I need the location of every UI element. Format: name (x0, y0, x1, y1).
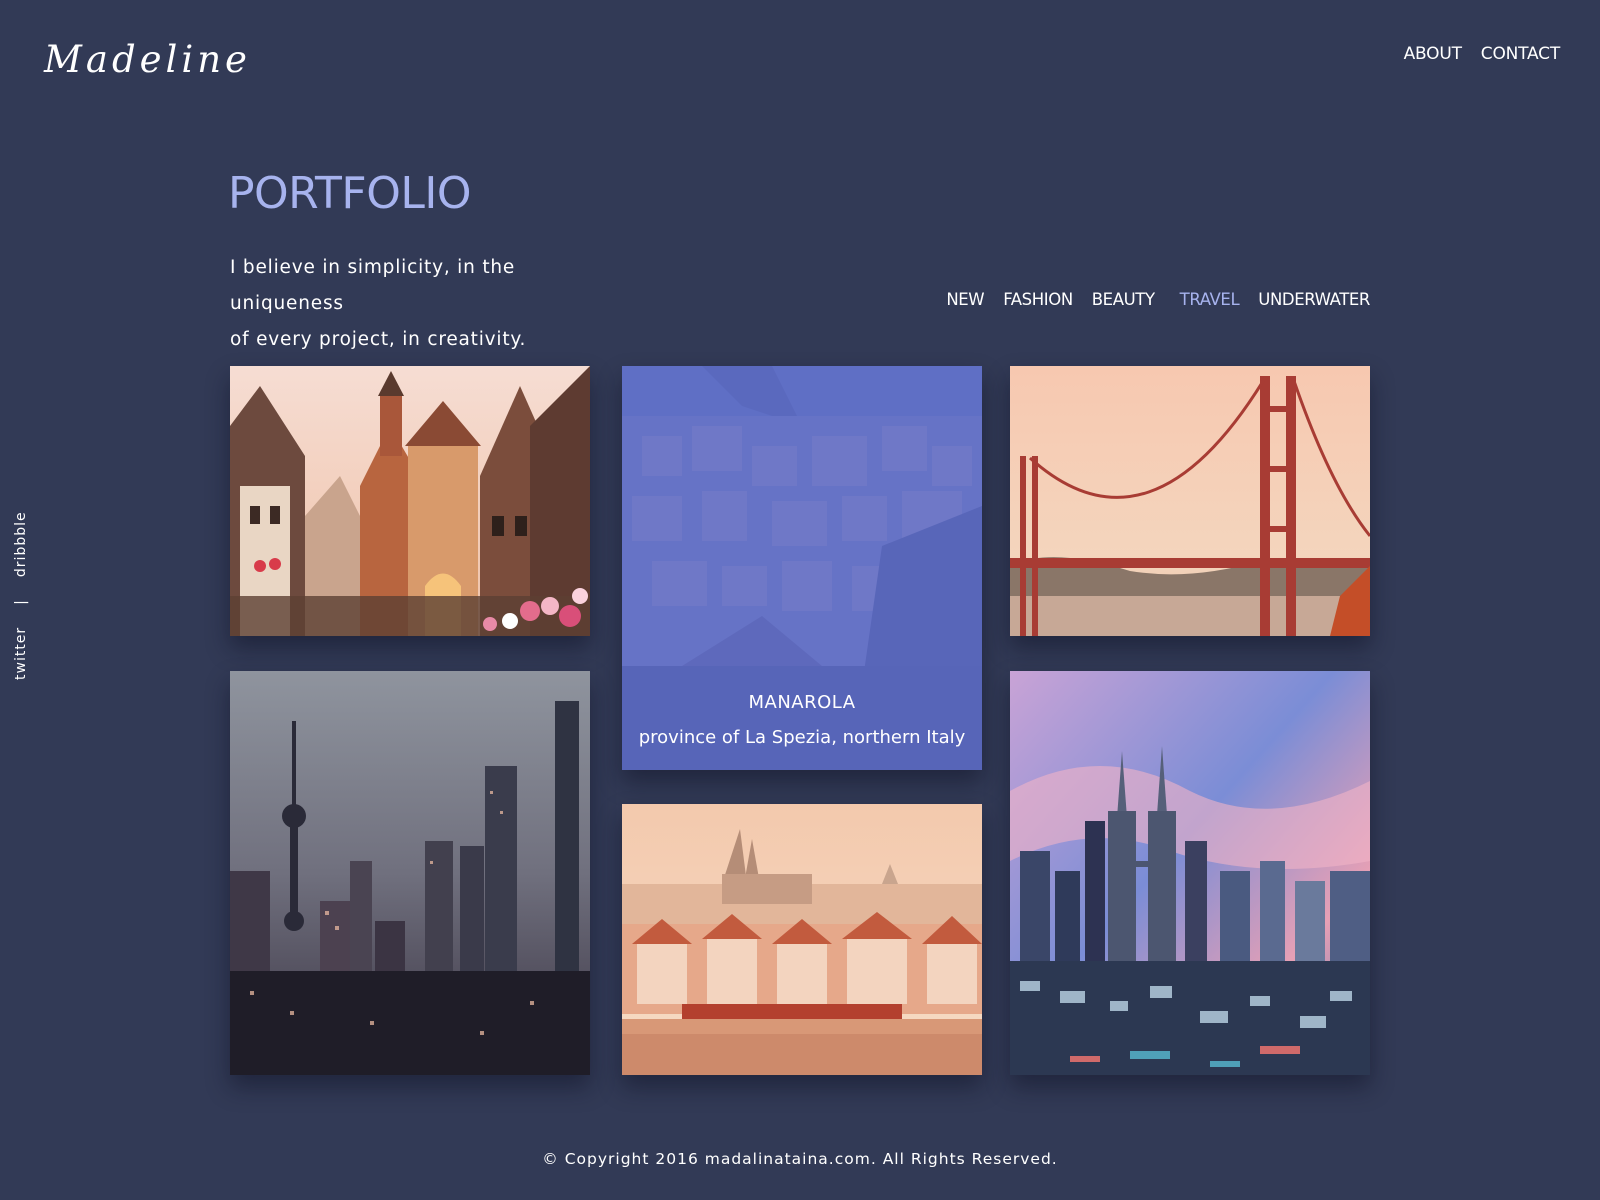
page-title: PORTFOLIO (228, 168, 471, 219)
intro-line-1: I believe in simplicity, in the uniquene… (230, 257, 516, 314)
social-separator: | (13, 599, 29, 605)
filter-beauty[interactable]: BEAUTY (1092, 290, 1155, 309)
filter-new[interactable]: NEW (946, 290, 984, 309)
filter-underwater[interactable]: UNDERWATER (1258, 290, 1370, 309)
filter-travel[interactable]: TRAVEL (1180, 290, 1240, 309)
gallery-item-kuala-lumpur[interactable] (1010, 671, 1370, 1075)
intro-text: I believe in simplicity, in the uniquene… (230, 250, 630, 358)
footer-copyright: © Copyright 2016 madalinataina.com. All … (542, 1150, 1058, 1168)
gallery-item-prague[interactable] (622, 804, 982, 1075)
prague-castle-photo (622, 804, 982, 1075)
nav-contact-link[interactable]: CONTACT (1481, 44, 1560, 64)
caption-subtitle: province of La Spezia, northern Italy (638, 727, 966, 748)
social-links: twitter | dribbble (13, 510, 33, 680)
gallery-item-old-town[interactable] (230, 366, 590, 636)
page: Madeline ABOUT CONTACT twitter | dribbbl… (0, 0, 1600, 1200)
intro-line-2: of every project, in creativity. (230, 329, 527, 350)
dribbble-link[interactable]: dribbble (13, 511, 29, 577)
golden-gate-bridge-photo (1010, 366, 1370, 636)
filter-fashion[interactable]: FASHION (1003, 290, 1073, 309)
kuala-lumpur-skyline-photo (1010, 671, 1370, 1075)
twitter-link[interactable]: twitter (13, 627, 29, 680)
site-logo[interactable]: Madeline (44, 38, 251, 81)
caption-title: MANAROLA (748, 692, 856, 713)
nav-about-link[interactable]: ABOUT (1404, 44, 1462, 64)
gallery-item-manarola[interactable]: MANAROLA province of La Spezia, northern… (622, 366, 982, 770)
image-caption-overlay: MANAROLA province of La Spezia, northern… (622, 366, 982, 770)
gallery-item-golden-gate[interactable] (1010, 366, 1370, 636)
category-filters: NEW FASHION BEAUTY TRAVEL UNDERWATER (946, 290, 1370, 309)
shanghai-skyline-photo (230, 671, 590, 1075)
gallery-item-shanghai[interactable] (230, 671, 590, 1075)
top-nav: ABOUT CONTACT (1404, 44, 1561, 64)
old-town-street-photo (230, 366, 590, 636)
